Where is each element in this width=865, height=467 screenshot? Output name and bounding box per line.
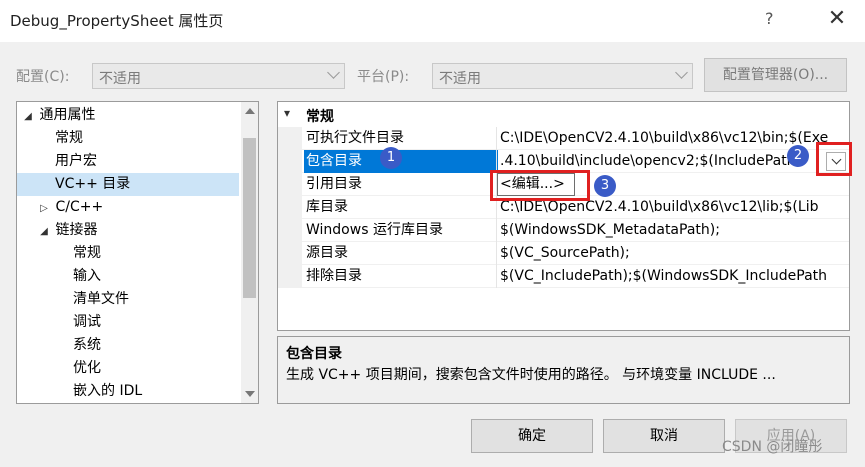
highlight-box-dropdown	[816, 142, 852, 176]
property-tree[interactable]: ◢ 通用属性 常规 用户宏 VC++ 目录 ▷ C/C++ ◢ 链接器 常规 输…	[16, 101, 259, 404]
close-icon[interactable]: ✕	[822, 4, 852, 34]
category-general[interactable]: ▾ 常规	[278, 104, 849, 126]
watermark: CSDN @闭瞳彤	[722, 439, 823, 455]
tree-item-linker[interactable]: ◢ 链接器	[37, 219, 97, 242]
property-value[interactable]: $(VC_IncludePath);$(WindowsSDK_IncludePa…	[500, 265, 849, 288]
config-label: 配置(C):	[16, 69, 70, 85]
tree-scrollbar[interactable]	[241, 102, 258, 403]
platform-combo-value: 不适用	[439, 71, 481, 87]
tree-item-label: C/C++	[55, 199, 104, 215]
tree-item-linker-manifest[interactable]: 清单文件	[73, 288, 129, 311]
annotation-badge-1: 1	[380, 147, 402, 169]
tree-item-label: 系统	[73, 337, 101, 353]
description-title: 包含目录	[286, 346, 342, 362]
property-name: 引用目录	[306, 176, 362, 192]
tree-item-label: 通用属性	[39, 107, 96, 123]
tree-item-linker-optimization[interactable]: 优化	[73, 357, 101, 380]
expand-icon[interactable]: ◢	[21, 105, 35, 128]
property-name: Windows 运行库目录	[306, 222, 443, 238]
help-icon[interactable]: ?	[765, 9, 774, 28]
tree-item-linker-input[interactable]: 输入	[73, 265, 101, 288]
scroll-down-icon[interactable]	[245, 391, 255, 397]
tree-item-c-cpp[interactable]: ▷ C/C++	[37, 196, 103, 219]
highlight-box-edit	[490, 170, 590, 201]
property-row-exclude-dirs[interactable]: 排除目录 $(VC_IncludePath);$(WindowsSDK_Incl…	[278, 265, 849, 288]
property-grid[interactable]: ▾ 常规 可执行文件目录 C:\IDE\OpenCV2.4.10\build\x…	[277, 101, 850, 331]
tree-item-label: 优化	[73, 360, 101, 376]
tree-item-linker-general[interactable]: 常规	[73, 242, 101, 265]
cancel-button[interactable]: 取消	[603, 419, 725, 453]
window-title: Debug_PropertySheet 属性页	[10, 12, 224, 30]
tree-item-label: 用户宏	[55, 153, 97, 169]
scroll-up-icon[interactable]	[245, 108, 255, 114]
tree-item-label: 嵌入的 IDL	[73, 383, 143, 399]
tree-item-label: 常规	[55, 130, 83, 146]
tree-item-label: 输入	[73, 268, 101, 284]
platform-label: 平台(P):	[357, 69, 410, 85]
property-row-windows-runtime-dirs[interactable]: Windows 运行库目录 $(WindowsSDK_MetadataPath)…	[278, 219, 849, 242]
tree-item-linker-embedded-idl[interactable]: 嵌入的 IDL	[73, 380, 142, 403]
config-combo[interactable]: 不适用	[92, 63, 345, 89]
annotation-badge-3: 3	[594, 175, 616, 197]
description-panel: 包含目录 生成 VC++ 项目期间，搜索包含文件时使用的路径。 与环境变量 IN…	[277, 336, 850, 404]
tree-item-general[interactable]: 常规	[55, 127, 83, 150]
property-name: 源目录	[306, 245, 348, 261]
tree-item-label: 链接器	[55, 222, 98, 238]
ok-button[interactable]: 确定	[471, 419, 593, 453]
property-name: 库目录	[306, 199, 348, 215]
annotation-badge-2: 2	[787, 145, 809, 167]
property-value[interactable]: $(VC_SourcePath);	[500, 242, 849, 265]
config-manager-button[interactable]: 配置管理器(O)...	[704, 58, 847, 92]
tree-item-label: VC++ 目录	[55, 176, 131, 192]
tree-item-label: 调试	[73, 314, 101, 330]
chevron-down-icon	[327, 66, 340, 79]
tree-item-vc-directories[interactable]: VC++ 目录	[17, 173, 239, 196]
collapse-icon[interactable]: ▾	[284, 106, 290, 120]
tree-item-label: 常规	[73, 245, 101, 261]
platform-combo[interactable]: 不适用	[432, 63, 693, 89]
category-label: 常规	[306, 109, 334, 125]
property-row-source-dirs[interactable]: 源目录 $(VC_SourcePath);	[278, 242, 849, 265]
chevron-down-icon	[675, 66, 688, 79]
tree-item-common-properties[interactable]: ◢ 通用属性	[21, 104, 95, 127]
property-value[interactable]: $(WindowsSDK_MetadataPath);	[500, 219, 849, 242]
tree-item-user-macros[interactable]: 用户宏	[55, 150, 97, 173]
tree-item-label: 清单文件	[73, 291, 129, 307]
description-text: 生成 VC++ 项目期间，搜索包含文件时使用的路径。 与环境变量 INCLUDE…	[286, 367, 776, 383]
tree-item-linker-debugging[interactable]: 调试	[73, 311, 101, 334]
scrollbar-thumb[interactable]	[243, 138, 256, 298]
expand-icon[interactable]: ◢	[37, 220, 51, 243]
property-name: 排除目录	[306, 268, 362, 284]
config-combo-value: 不适用	[99, 71, 141, 87]
property-name: 可执行文件目录	[306, 130, 404, 146]
property-row-executable-dirs[interactable]: 可执行文件目录 C:\IDE\OpenCV2.4.10\build\x86\vc…	[278, 127, 849, 150]
tree-item-linker-system[interactable]: 系统	[73, 334, 101, 357]
expand-icon[interactable]: ▷	[37, 197, 51, 220]
